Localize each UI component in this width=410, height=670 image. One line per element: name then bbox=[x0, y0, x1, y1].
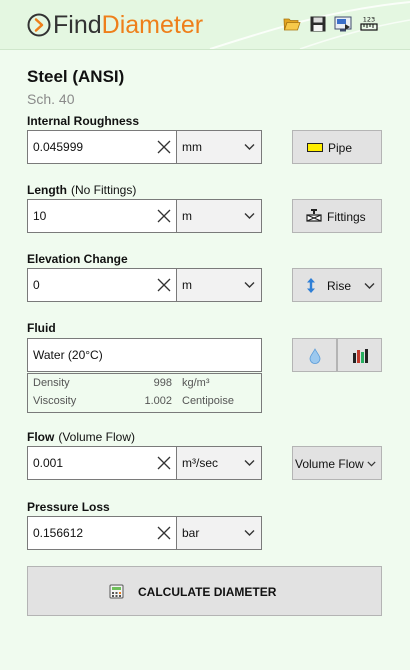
fittings-valve-icon bbox=[306, 209, 322, 222]
svg-text:123: 123 bbox=[363, 16, 375, 24]
clear-flow-icon[interactable] bbox=[156, 455, 172, 471]
folder-open-icon[interactable] bbox=[283, 15, 301, 33]
length-input[interactable]: 10 bbox=[27, 199, 177, 233]
chevron-down-icon bbox=[367, 461, 376, 467]
app-name-diameter: Diameter bbox=[101, 11, 204, 39]
density-unit: kg/m³ bbox=[182, 377, 210, 389]
fluid-library-icon bbox=[353, 349, 368, 363]
viscosity-value: 1.002 bbox=[144, 395, 172, 407]
fluid-label: Fluid bbox=[27, 321, 56, 335]
chevron-down-icon bbox=[244, 460, 255, 466]
pipe-schedule: Sch. 40 bbox=[27, 91, 75, 107]
flow-note: (Volume Flow) bbox=[58, 430, 136, 444]
length-unit-value: m bbox=[182, 209, 192, 223]
save-icon[interactable] bbox=[309, 15, 327, 33]
rise-select[interactable]: Rise bbox=[292, 268, 382, 302]
density-label: Density bbox=[33, 377, 70, 389]
pressure-unit-value: bar bbox=[182, 526, 200, 540]
pressure-input[interactable]: 0.156612 bbox=[27, 516, 177, 550]
pipe-swatch-icon bbox=[307, 143, 323, 152]
length-unit-select[interactable]: m bbox=[177, 199, 262, 233]
app-name-find: Find bbox=[53, 11, 102, 39]
elevation-label: Elevation Change bbox=[27, 252, 128, 266]
flow-unit-select[interactable]: m³/sec bbox=[177, 446, 262, 480]
pressure-unit-select[interactable]: bar bbox=[177, 516, 262, 550]
pressure-label: Pressure Loss bbox=[27, 500, 110, 514]
export-icon[interactable] bbox=[334, 15, 352, 33]
chevron-down-icon bbox=[364, 283, 375, 289]
chevron-down-icon bbox=[244, 282, 255, 288]
chevron-down-icon bbox=[244, 530, 255, 536]
fluid-input[interactable]: Water (20°C) bbox=[27, 338, 262, 372]
elevation-unit-value: m bbox=[182, 278, 192, 292]
water-drop-icon bbox=[309, 348, 321, 364]
length-label: Length (No Fittings) bbox=[27, 183, 136, 197]
material-name: Steel (ANSI) bbox=[27, 67, 125, 86]
roughness-unit-select[interactable]: mm bbox=[177, 130, 262, 164]
clear-elevation-icon[interactable] bbox=[156, 277, 172, 293]
density-value: 998 bbox=[153, 377, 172, 389]
fluid-library-button[interactable] bbox=[337, 338, 382, 372]
fluid-drop-button[interactable] bbox=[292, 338, 337, 372]
length-note: (No Fittings) bbox=[71, 183, 137, 197]
app-header: FindDiameter 123 bbox=[0, 0, 410, 50]
rise-select-label: Rise bbox=[327, 279, 352, 293]
roughness-unit-value: mm bbox=[182, 140, 202, 154]
length-label-text: Length bbox=[27, 183, 67, 197]
elevation-input[interactable]: 0 bbox=[27, 268, 177, 302]
chevron-down-icon bbox=[244, 144, 255, 150]
calculate-diameter-button[interactable]: CALCULATE DIAMETER bbox=[27, 566, 382, 616]
pipe-button[interactable]: Pipe bbox=[292, 130, 382, 164]
flow-label-text: Flow bbox=[27, 430, 55, 444]
clear-roughness-icon[interactable] bbox=[156, 139, 172, 155]
pipe-button-label: Pipe bbox=[328, 141, 353, 155]
flow-unit-value: m³/sec bbox=[182, 456, 218, 470]
fittings-button[interactable]: Fittings bbox=[292, 199, 382, 233]
clear-length-icon[interactable] bbox=[156, 208, 172, 224]
flow-label: Flow (Volume Flow) bbox=[27, 430, 135, 444]
viscosity-label: Viscosity bbox=[33, 395, 77, 407]
flow-mode-select[interactable]: Volume Flow bbox=[292, 446, 382, 480]
calculator-icon bbox=[109, 584, 124, 599]
flow-input[interactable]: 0.001 bbox=[27, 446, 177, 480]
elevation-unit-select[interactable]: m bbox=[177, 268, 262, 302]
clear-pressure-icon[interactable] bbox=[156, 525, 172, 541]
chevron-down-icon bbox=[244, 213, 255, 219]
fittings-button-label: Fittings bbox=[327, 210, 366, 224]
roughness-label: Internal Roughness bbox=[27, 114, 140, 128]
rise-arrow-icon bbox=[307, 278, 315, 293]
fluid-properties-panel: Density 998 kg/m³ Viscosity 1.002 Centip… bbox=[27, 373, 262, 413]
app-logo-text: FindDiameter bbox=[53, 10, 203, 40]
calculate-diameter-label: CALCULATE DIAMETER bbox=[138, 585, 277, 599]
flow-mode-value: Volume Flow bbox=[295, 457, 364, 471]
viscosity-unit: Centipoise bbox=[182, 395, 234, 407]
roughness-input[interactable]: 0.045999 bbox=[27, 130, 177, 164]
logo-arrow-icon bbox=[27, 13, 51, 37]
numeric-format-icon[interactable]: 123 bbox=[360, 15, 378, 33]
